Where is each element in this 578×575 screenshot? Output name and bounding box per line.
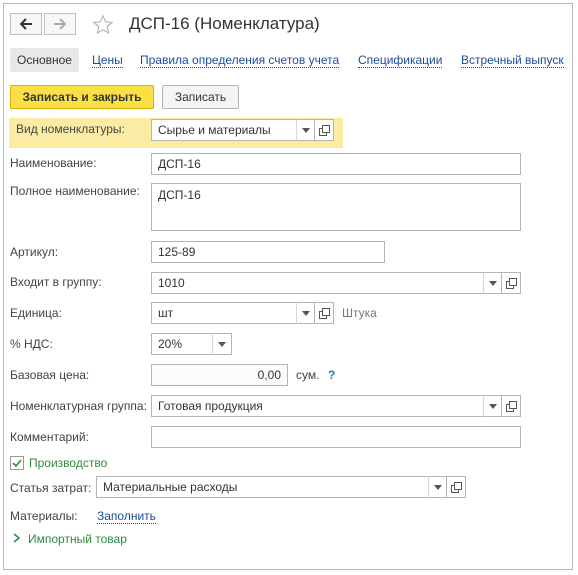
chevron-down-icon xyxy=(489,403,497,409)
name-label: Наименование: xyxy=(10,156,97,170)
group-open-button[interactable] xyxy=(501,272,521,294)
star-icon xyxy=(92,14,114,35)
chevron-down-icon xyxy=(302,127,310,133)
tab-prices[interactable]: Цены xyxy=(92,52,123,68)
comment-field[interactable] xyxy=(151,426,521,448)
chevron-down-icon xyxy=(218,341,226,347)
chevron-down-icon xyxy=(434,484,442,490)
kind-label: Вид номенклатуры: xyxy=(16,122,125,136)
vat-label: % НДС: xyxy=(10,337,53,351)
base-price-label: Базовая цена: xyxy=(10,368,90,382)
nom-group-label: Номенклатурная группа: xyxy=(10,399,147,413)
production-label[interactable]: Производство xyxy=(29,456,107,470)
import-label[interactable]: Импортный товар xyxy=(28,532,127,546)
arrow-right-icon xyxy=(54,18,67,30)
back-button[interactable] xyxy=(10,13,42,35)
article-label: Артикул: xyxy=(10,245,59,259)
import-expand[interactable] xyxy=(13,532,21,546)
unit-open-button[interactable] xyxy=(314,302,334,324)
favorite-button[interactable] xyxy=(92,14,114,39)
vat-dropdown-button[interactable] xyxy=(212,333,232,355)
unit-label: Единица: xyxy=(10,306,62,320)
cost-item-open-button[interactable] xyxy=(446,476,466,498)
currency-label: сум. xyxy=(296,368,320,382)
open-icon xyxy=(505,277,517,289)
cost-item-field[interactable]: Материальные расходы xyxy=(96,476,429,498)
comment-label: Комментарий: xyxy=(10,430,89,444)
page-title: ДСП-16 (Номенклатура) xyxy=(129,14,320,33)
name-field[interactable]: ДСП-16 xyxy=(151,153,521,175)
document-window: ДСП-16 (Номенклатура) Основное Цены Прав… xyxy=(3,3,573,570)
save-button[interactable]: Записать xyxy=(162,85,239,109)
vat-field[interactable]: 20% xyxy=(151,333,213,355)
nom-group-open-button[interactable] xyxy=(501,395,521,417)
full-name-label: Полное наименование: xyxy=(10,184,140,198)
open-icon xyxy=(318,307,330,319)
open-icon xyxy=(450,481,462,493)
kind-open-button[interactable] xyxy=(314,119,334,141)
cost-item-dropdown-button[interactable] xyxy=(428,476,448,498)
fill-materials-link[interactable]: Заполнить xyxy=(97,509,156,524)
nom-group-dropdown-button[interactable] xyxy=(483,395,503,417)
group-field[interactable]: 1010 xyxy=(151,272,484,294)
base-price-field[interactable]: 0,00 xyxy=(151,364,288,386)
open-icon xyxy=(318,124,330,136)
materials-label: Материалы: xyxy=(10,509,78,523)
kind-field[interactable]: Сырье и материалы xyxy=(151,119,297,141)
help-icon[interactable]: ? xyxy=(328,368,335,382)
group-label: Входит в группу: xyxy=(10,275,102,289)
chevron-down-icon xyxy=(489,280,497,286)
unit-hint: Штука xyxy=(342,306,377,320)
chevron-right-icon xyxy=(13,533,21,543)
check-icon xyxy=(12,459,22,468)
forward-button[interactable] xyxy=(44,13,76,35)
cost-item-label: Статья затрат: xyxy=(10,481,92,495)
save-and-close-button[interactable]: Записать и закрыть xyxy=(10,85,154,109)
unit-dropdown-button[interactable] xyxy=(296,302,316,324)
group-dropdown-button[interactable] xyxy=(483,272,503,294)
unit-field[interactable]: шт xyxy=(151,302,297,324)
arrow-left-icon xyxy=(19,18,32,30)
chevron-down-icon xyxy=(302,310,310,316)
nom-group-field[interactable]: Готовая продукция xyxy=(151,395,484,417)
production-checkbox[interactable] xyxy=(10,456,24,470)
kind-dropdown-button[interactable] xyxy=(296,119,316,141)
open-icon xyxy=(505,400,517,412)
article-field[interactable]: 125-89 xyxy=(151,241,385,263)
tab-counter-output[interactable]: Встречный выпуск xyxy=(461,52,564,68)
full-name-textarea[interactable]: ДСП-16 xyxy=(151,183,521,231)
tab-specifications[interactable]: Спецификации xyxy=(358,52,443,68)
tab-account-rules[interactable]: Правила определения счетов учета xyxy=(140,52,340,68)
tab-main[interactable]: Основное xyxy=(10,48,79,72)
